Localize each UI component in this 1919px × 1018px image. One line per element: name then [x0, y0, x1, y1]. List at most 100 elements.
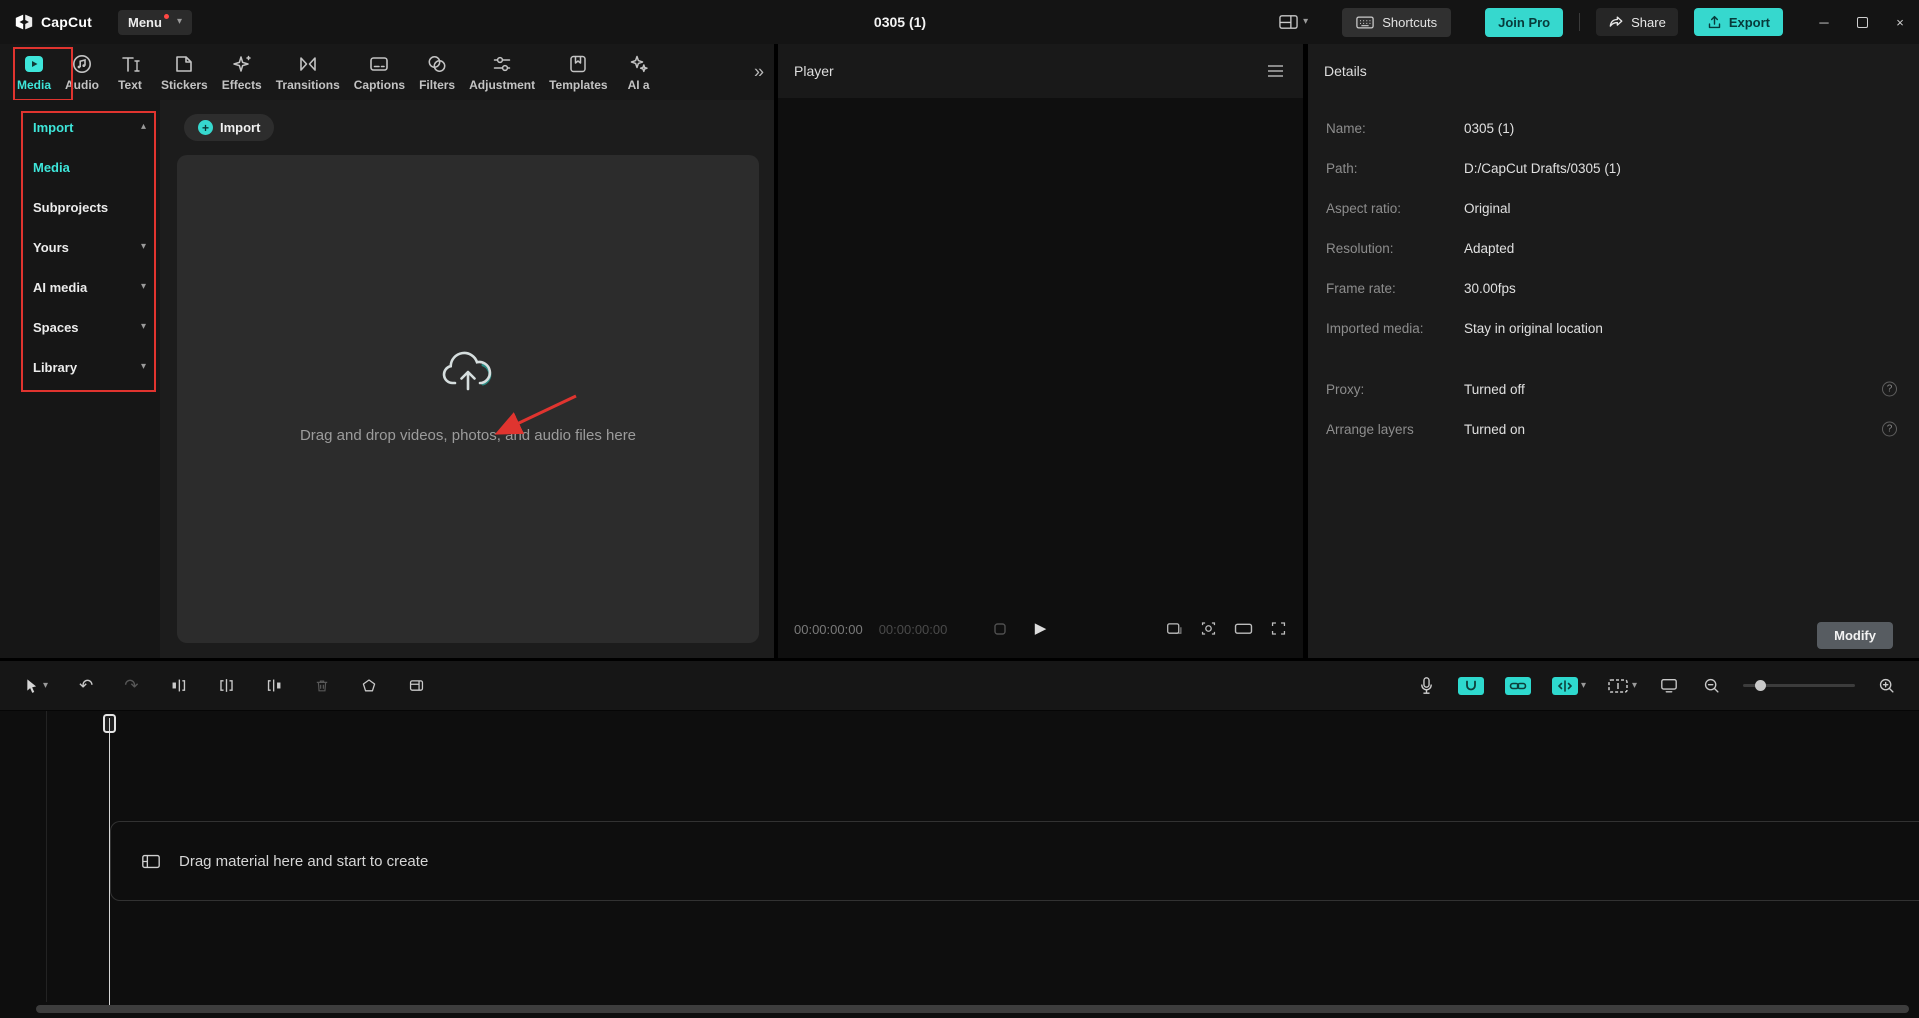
adjustment-tab-icon — [491, 53, 513, 75]
export-icon — [1707, 14, 1722, 30]
field-label: Path: — [1326, 160, 1358, 176]
timeline-zoom-slider[interactable] — [1743, 680, 1855, 691]
field-row-imported-media: Imported media: Stay in original locatio… — [1308, 308, 1919, 348]
timeline-toolbar-right: ▾ ▾ — [1416, 674, 1919, 697]
mask-button[interactable] — [359, 676, 379, 696]
minimize-button[interactable]: ─ — [1805, 0, 1843, 44]
crop-button[interactable] — [406, 675, 427, 696]
field-value: Turned off — [1464, 381, 1525, 397]
undo-button[interactable]: ↶ — [77, 675, 95, 696]
tab-templates[interactable]: Templates — [542, 53, 614, 92]
sidebar-item-media[interactable]: Media — [0, 147, 160, 187]
link-toggle[interactable] — [1504, 676, 1531, 695]
chevron-down-icon: ▾ — [140, 361, 146, 372]
more-tabs-button[interactable]: » — [747, 59, 770, 85]
field-row-arrange-layers: Arrange layers Turned on ? — [1308, 409, 1919, 449]
capcut-logo-text: CapCut — [41, 14, 92, 30]
field-value: 0305 (1) — [1464, 120, 1515, 136]
media-dropzone[interactable]: Drag and drop videos, photos, and audio … — [177, 155, 759, 643]
titlebar: CapCut Menu ▾ 0305 (1) ▾ Shortcuts Join … — [0, 0, 1919, 44]
sidebar-item-import[interactable]: Import ▴ — [0, 107, 160, 147]
chevron-down-icon: ▾ — [1631, 679, 1637, 691]
zoom-out-button[interactable] — [1701, 675, 1722, 696]
tab-text[interactable]: Text — [106, 53, 154, 92]
shortcuts-label: Shortcuts — [1382, 14, 1438, 30]
empty-track-dropzone[interactable]: Drag material here and start to create — [110, 821, 1919, 901]
tab-filters[interactable]: Filters — [412, 53, 462, 92]
maximize-button[interactable] — [1843, 0, 1881, 44]
horizontal-scrollbar[interactable] — [36, 1005, 1909, 1013]
snap-toggle[interactable] — [1457, 676, 1484, 695]
ai-tab-icon — [628, 53, 650, 75]
layout-switch-button[interactable]: ▾ — [1275, 10, 1312, 34]
proxy-help-icon[interactable]: ? — [1882, 381, 1897, 397]
zoom-in-button[interactable] — [1876, 675, 1897, 696]
sidebar-item-library[interactable]: Library ▾ — [0, 347, 160, 387]
zoom-slider-knob[interactable] — [1755, 680, 1766, 691]
delete-button[interactable] — [312, 676, 332, 696]
field-row-aspect-ratio: Aspect ratio: Original — [1308, 188, 1919, 228]
import-button[interactable]: + Import — [184, 114, 275, 141]
play-button[interactable]: ▶ — [1035, 619, 1047, 637]
capcut-logo-icon — [14, 13, 34, 31]
preview-axis-toggle[interactable]: ▾ — [1551, 676, 1586, 695]
field-value: Stay in original location — [1464, 320, 1603, 336]
media-panel: Media Audio Text Stickers Effects Transi… — [0, 44, 774, 658]
share-button[interactable]: Share — [1596, 8, 1678, 36]
tab-stickers[interactable]: Stickers — [154, 53, 215, 92]
canvas-ratio-button[interactable] — [1166, 621, 1183, 636]
sidebar-item-label: Library — [33, 359, 78, 375]
resolution-button[interactable] — [1234, 621, 1253, 636]
sidebar-item-label: AI media — [33, 279, 88, 295]
tab-audio[interactable]: Audio — [58, 53, 106, 92]
timeline-toolbar-left: ▾ ↶ ↷ — [0, 675, 427, 697]
window-controls: ─ × — [1805, 0, 1919, 44]
tab-transitions[interactable]: Transitions — [269, 53, 347, 92]
fullscreen-button[interactable] — [1270, 620, 1287, 637]
export-button[interactable]: Export — [1693, 8, 1783, 36]
join-pro-button[interactable]: Join Pro — [1485, 7, 1564, 37]
arrange-layers-help-icon[interactable]: ? — [1882, 421, 1897, 437]
loop-icon[interactable] — [993, 622, 1007, 636]
tab-label: Stickers — [161, 77, 208, 92]
tab-media[interactable]: Media — [10, 53, 58, 92]
modify-button[interactable]: Modify — [1817, 622, 1893, 649]
field-label: Imported media: — [1326, 320, 1424, 336]
audio-tab-icon — [71, 53, 93, 75]
close-button[interactable]: × — [1881, 0, 1919, 44]
sidebar-item-yours[interactable]: Yours ▾ — [0, 227, 160, 267]
stickers-tab-icon — [173, 53, 195, 75]
share-icon — [1608, 14, 1624, 30]
field-row-proxy: Proxy: Turned off ? — [1308, 369, 1919, 409]
tab-ai[interactable]: AI a — [615, 53, 663, 92]
sidebar-item-label: Import — [33, 119, 74, 135]
shortcuts-button[interactable]: Shortcuts — [1342, 7, 1452, 37]
track-mode-toggle[interactable]: ▾ — [1607, 678, 1637, 694]
details-title: Details — [1324, 63, 1367, 79]
effects-tab-icon — [231, 53, 253, 75]
field-row-frame-rate: Frame rate: 30.00fps — [1308, 268, 1919, 308]
menu-button[interactable]: Menu ▾ — [117, 9, 192, 35]
track-start-line — [46, 711, 47, 1002]
trim-left-button[interactable] — [168, 675, 189, 696]
trim-right-button[interactable] — [264, 675, 285, 696]
chevron-down-icon: ▾ — [140, 281, 146, 292]
tab-label: Media — [17, 77, 52, 92]
sidebar-item-label: Yours — [33, 239, 69, 255]
tab-effects[interactable]: Effects — [215, 53, 269, 92]
focus-button[interactable] — [1200, 620, 1217, 637]
redo-button[interactable]: ↷ — [122, 675, 140, 696]
tab-adjustment[interactable]: Adjustment — [462, 53, 542, 92]
sidebar-item-subprojects[interactable]: Subprojects — [0, 187, 160, 227]
player-menu-icon[interactable] — [1264, 61, 1287, 81]
details-fields: Name: 0305 (1) Path: D:/CapCut Drafts/03… — [1308, 98, 1919, 449]
cursor-tool-button[interactable]: ▾ — [22, 675, 50, 697]
split-button[interactable] — [216, 675, 237, 696]
sidebar-item-ai-media[interactable]: AI media ▾ — [0, 267, 160, 307]
adjust-display-button[interactable] — [1658, 675, 1680, 696]
record-voiceover-button[interactable] — [1416, 674, 1437, 697]
sidebar-item-label: Subprojects — [33, 199, 109, 215]
sidebar-item-spaces[interactable]: Spaces ▾ — [0, 307, 160, 347]
tab-captions[interactable]: Captions — [347, 53, 412, 92]
playhead-handle[interactable] — [103, 714, 116, 733]
